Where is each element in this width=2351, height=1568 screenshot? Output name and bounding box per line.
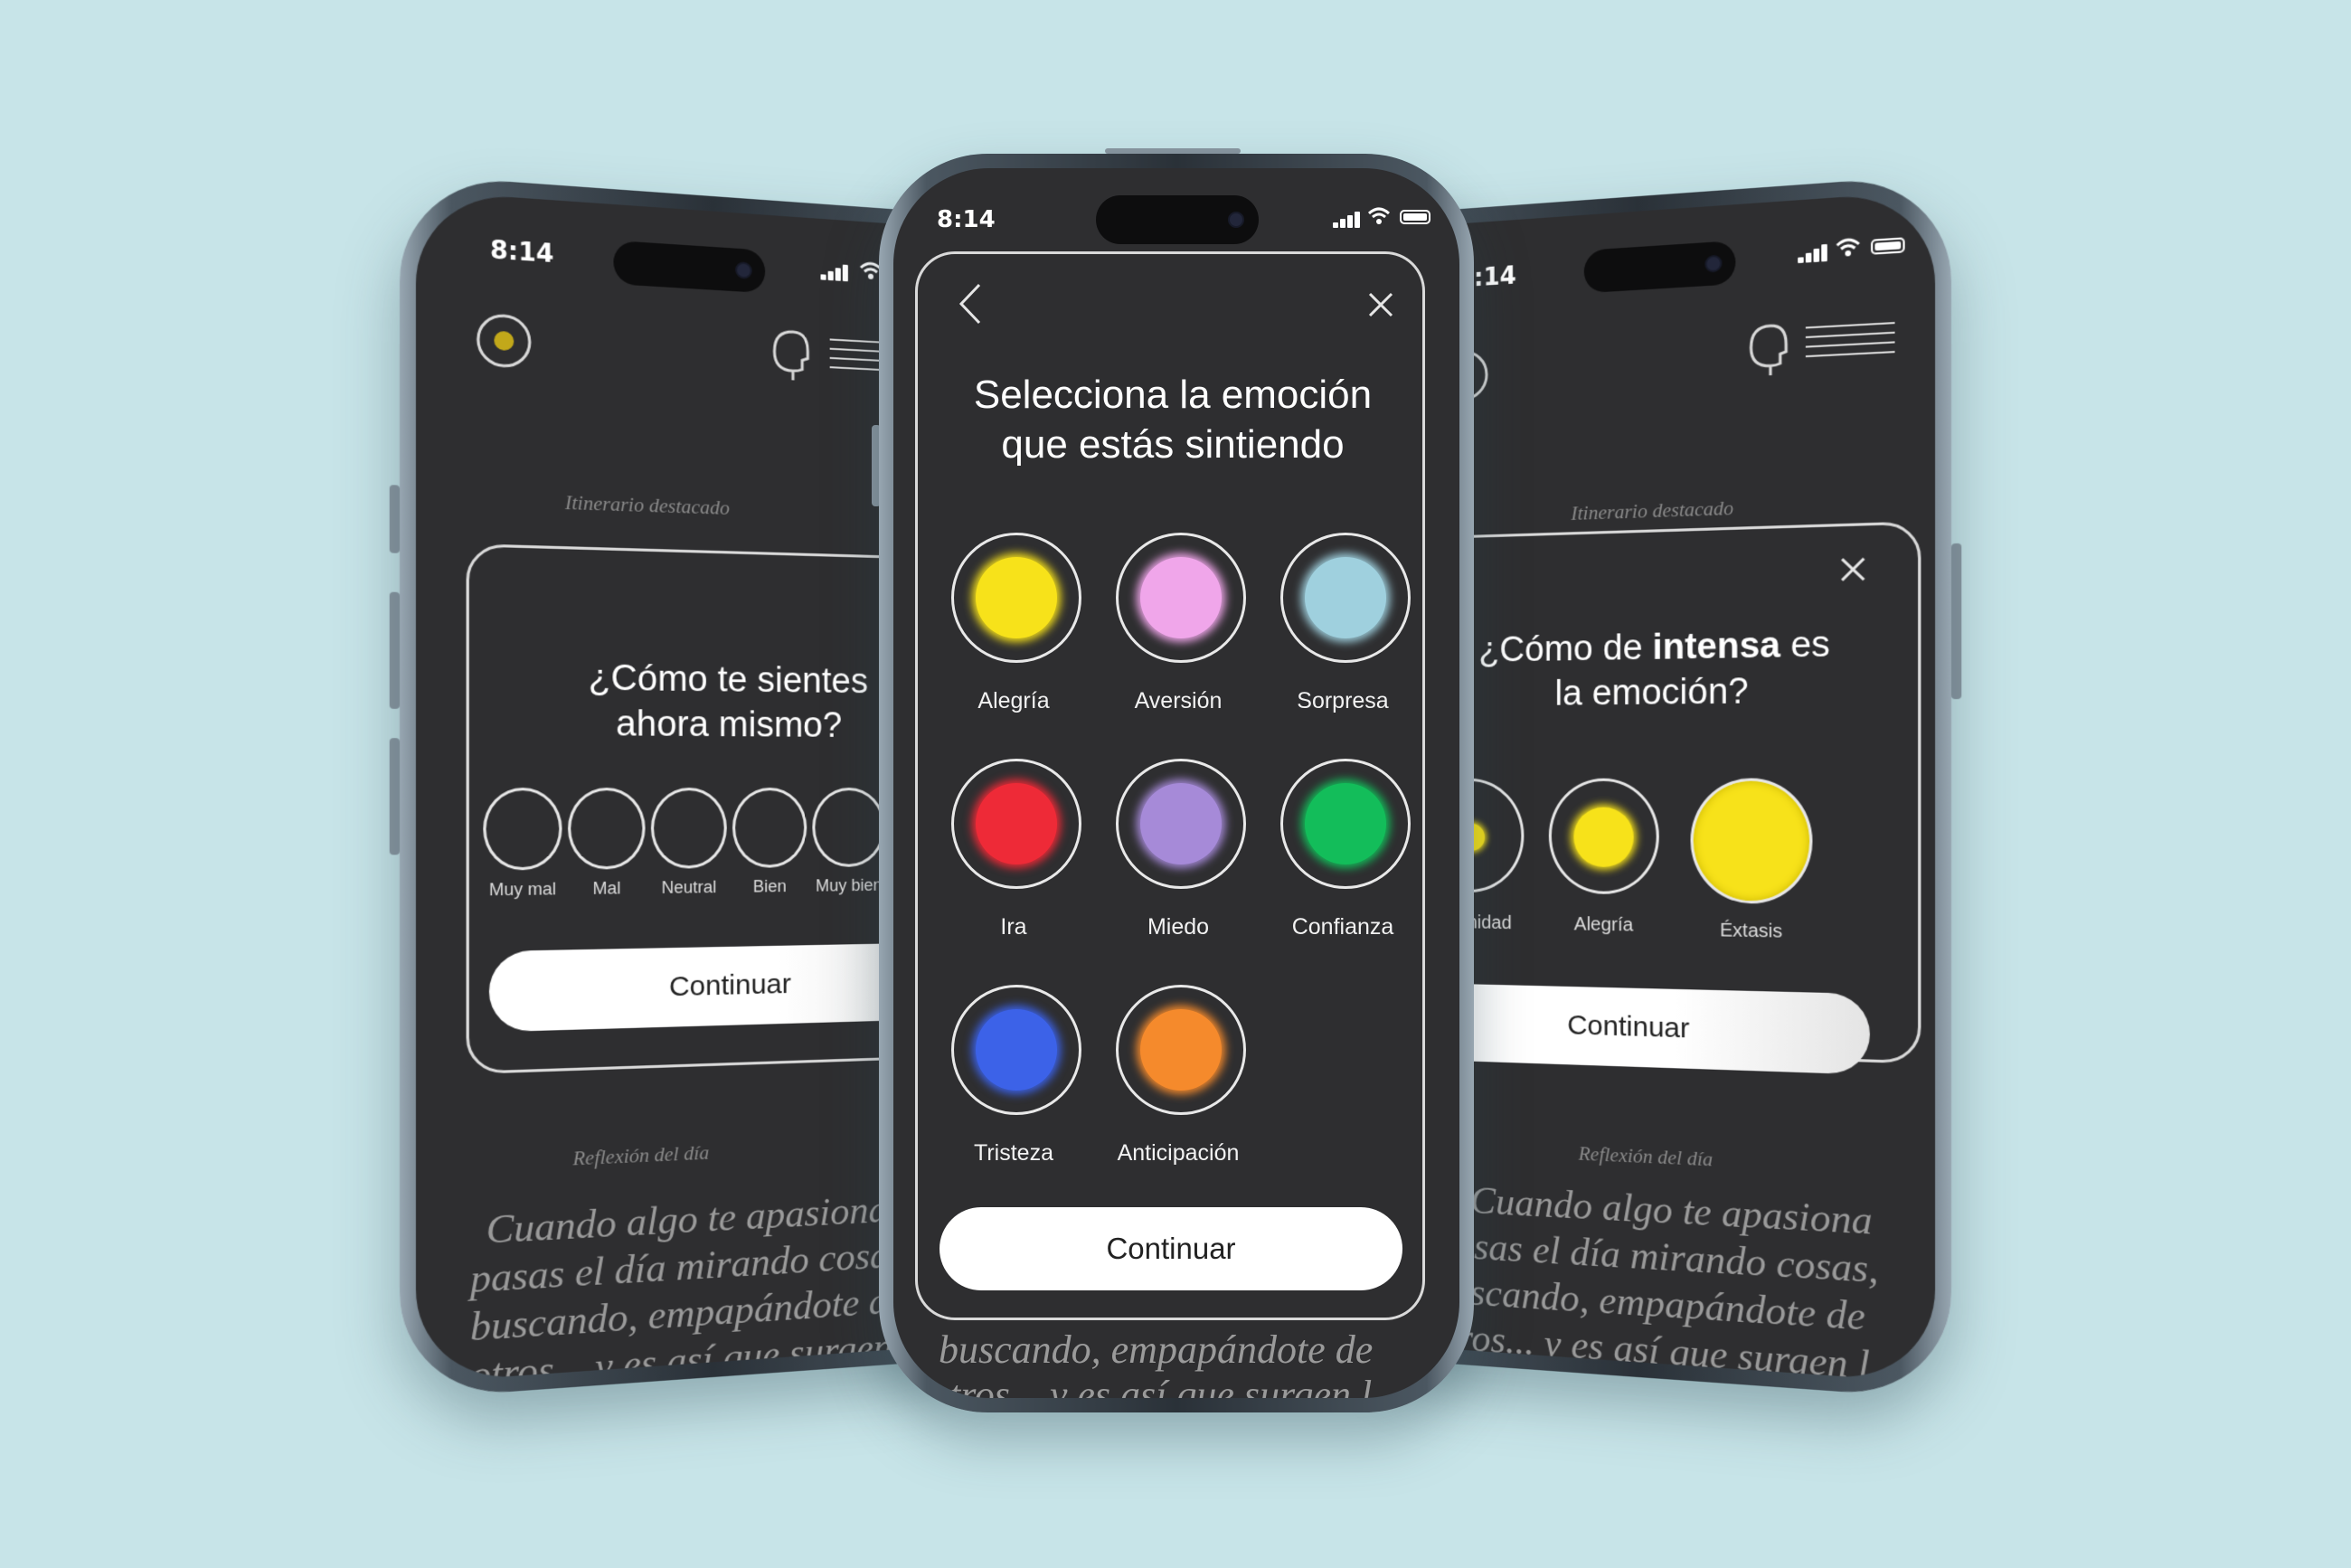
reflection-label: Reflexión del día [572, 1140, 710, 1170]
dynamic-island [613, 240, 766, 294]
head-profile-icon[interactable] [1742, 319, 1790, 381]
emotion-blob [976, 1009, 1057, 1091]
signal-icon [1798, 241, 1827, 264]
emotion-blob [1573, 807, 1634, 868]
status-time: 8:14 [489, 236, 554, 269]
wifi-icon [1836, 236, 1861, 257]
back-icon[interactable] [958, 281, 983, 326]
phone-screen: 8:14 Selecciona la emoción que estás sin… [893, 168, 1459, 1398]
side-button [1951, 543, 1962, 700]
mood-option-bien[interactable]: Bien [723, 788, 817, 897]
mood-option-mal[interactable]: Mal [558, 788, 655, 900]
emotion-card: Selecciona la emoción que estás sintiend… [915, 251, 1425, 1320]
reflection-label: Reflexión del día [1578, 1142, 1714, 1171]
emotion-blob [976, 783, 1057, 864]
emotion-blob [1690, 778, 1813, 905]
side-button [389, 485, 400, 553]
question-title: ¿Cómo te sientes ahora mismo? [588, 657, 868, 745]
question-title: ¿Cómo de intensa es la emoción? [1478, 624, 1830, 713]
battery-icon [1871, 237, 1905, 255]
wifi-icon [1367, 207, 1391, 224]
emotion-blob [1140, 1009, 1222, 1091]
quote-line: buscando, empapándote de [939, 1327, 1374, 1372]
emotion-title: Selecciona la emoción que estás sintiend… [973, 373, 1373, 467]
intensity-option-extasis[interactable]: Éxtasis [1679, 778, 1825, 943]
volume-down-button [389, 738, 400, 855]
intensity-option-alegria[interactable]: Alegría [1539, 778, 1670, 938]
dynamic-island [1583, 240, 1736, 294]
logo-icon[interactable] [474, 310, 533, 371]
emotion-blob [1140, 557, 1222, 638]
continue-button[interactable]: Continuar [939, 1207, 1402, 1290]
featured-label: Itinerario destacado [1571, 496, 1734, 525]
signal-icon [1333, 208, 1360, 228]
emotion-blob [1305, 783, 1386, 864]
emotion-blob [976, 557, 1057, 638]
emotion-blob [1140, 783, 1222, 864]
dynamic-island [1096, 195, 1259, 244]
emotion-blob [1305, 557, 1386, 638]
mood-option-muy-mal[interactable]: Muy mal [473, 788, 571, 901]
center-phone: 8:14 Selecciona la emoción que estás sin… [872, 148, 1474, 1412]
mood-option-neutral[interactable]: Neutral [641, 788, 736, 898]
quote-line: otros... y es así que surgen l [930, 1373, 1373, 1398]
phone-frame: 8:14 Selecciona la emoción que estás sin… [879, 154, 1474, 1412]
signal-icon [820, 260, 848, 282]
battery-icon [1400, 210, 1430, 224]
featured-label: Itinerario destacado [564, 490, 730, 520]
close-icon[interactable] [1838, 554, 1868, 584]
status-time: 8:14 [937, 206, 996, 233]
head-profile-icon[interactable] [765, 325, 811, 384]
menu-icon[interactable] [1806, 319, 1895, 363]
close-icon[interactable] [1366, 290, 1395, 319]
volume-up-button [389, 591, 400, 709]
